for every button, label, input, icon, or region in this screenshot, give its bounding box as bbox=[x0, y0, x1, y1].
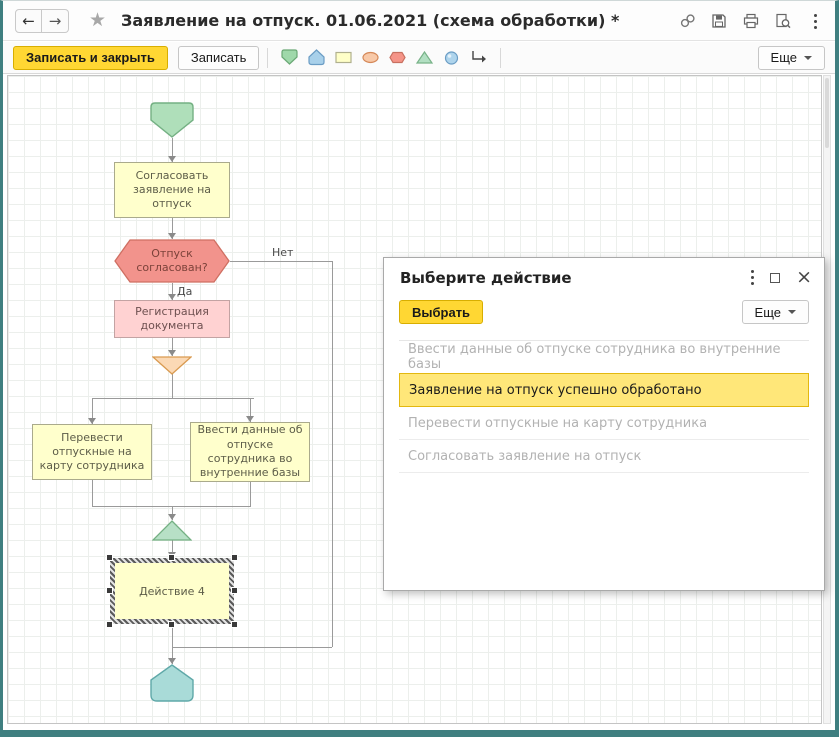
branch-label-no: Нет bbox=[272, 246, 294, 259]
condition-node[interactable]: Отпуск согласован? bbox=[114, 239, 230, 283]
node-label: Регистрация документа bbox=[135, 304, 209, 332]
dialog-more-button[interactable]: Еще bbox=[741, 300, 809, 324]
connector-line-no-branch bbox=[332, 261, 333, 647]
page-title: Заявление на отпуск. 01.06.2021 (схема о… bbox=[121, 11, 620, 30]
list-item[interactable]: Перевести отпускные на карту сотрудника bbox=[399, 407, 809, 440]
save-icon[interactable] bbox=[707, 9, 731, 33]
action-node-approve[interactable]: Согласовать заявление на отпуск bbox=[114, 162, 230, 218]
node-label: Перевести отпускные на карту сотрудника bbox=[39, 430, 145, 473]
more-button[interactable]: Еще bbox=[757, 45, 825, 70]
toolbar-separator bbox=[267, 47, 269, 68]
app-window: ← → ★︎ Заявление на отпуск. 01.06.2021 (… bbox=[0, 0, 839, 737]
more-label: Еще bbox=[770, 50, 797, 65]
maximize-icon[interactable] bbox=[770, 272, 781, 283]
forward-button[interactable]: → bbox=[42, 9, 69, 33]
preview-icon[interactable] bbox=[771, 9, 795, 33]
node-label: Действие 4 bbox=[115, 563, 229, 619]
action-shape-icon[interactable] bbox=[330, 46, 357, 70]
end-shape-icon[interactable] bbox=[303, 46, 330, 70]
selection-handle[interactable] bbox=[231, 554, 238, 561]
decoration-shape-icon[interactable] bbox=[438, 46, 465, 70]
dialog-window-controls: × bbox=[751, 268, 812, 287]
save-button[interactable]: Записать bbox=[177, 45, 260, 70]
connector-line-no-branch bbox=[230, 261, 332, 262]
action-list: Ввести данные об отпуске сотрудника во в… bbox=[399, 340, 809, 473]
selection-handle[interactable] bbox=[106, 621, 113, 628]
scrollbar-thumb[interactable] bbox=[825, 78, 829, 148]
save-and-close-button[interactable]: Записать и закрыть bbox=[13, 45, 168, 70]
chevron-down-icon bbox=[804, 55, 812, 60]
connector-line bbox=[92, 480, 93, 506]
link-icon[interactable] bbox=[675, 9, 699, 33]
connector-line bbox=[250, 482, 251, 506]
vertical-dots-icon bbox=[813, 13, 817, 29]
action-node-transfer[interactable]: Перевести отпускные на карту сотрудника bbox=[32, 424, 152, 480]
dialog-command-bar: Выбрать Еще bbox=[384, 298, 824, 332]
more-label: Еще bbox=[754, 304, 781, 320]
node-label: Согласовать заявление на отпуск bbox=[132, 168, 212, 211]
split-node[interactable] bbox=[152, 356, 192, 375]
connector-line bbox=[172, 374, 173, 398]
print-icon[interactable] bbox=[739, 9, 763, 33]
ellipse-shape-icon[interactable] bbox=[357, 46, 384, 70]
merge-node[interactable] bbox=[152, 520, 192, 541]
choose-action-dialog: Выберите действие × Выбрать Еще Ввести д… bbox=[383, 257, 825, 591]
dialog-title: Выберите действие bbox=[400, 269, 572, 287]
list-item[interactable]: Ввести данные об отпуске сотрудника во в… bbox=[399, 341, 809, 374]
list-item[interactable]: Согласовать заявление на отпуск bbox=[399, 440, 809, 473]
arrow-left-icon: ← bbox=[22, 12, 35, 30]
nav-buttons: ← → bbox=[15, 9, 69, 33]
connector-line-no-branch bbox=[172, 647, 332, 648]
selection-handle[interactable] bbox=[231, 621, 238, 628]
action-node-enter-data[interactable]: Ввести данные об отпуске сотрудника во в… bbox=[190, 422, 310, 482]
node-label: Ввести данные об отпуске сотрудника во в… bbox=[197, 423, 303, 480]
dialog-header: Выберите действие × bbox=[384, 258, 824, 298]
action-node-register[interactable]: Регистрация документа bbox=[114, 300, 230, 338]
dialog-more-icon[interactable] bbox=[751, 270, 755, 285]
start-shape-icon[interactable] bbox=[276, 46, 303, 70]
selection-handle[interactable] bbox=[106, 554, 113, 561]
arrow-right-icon: → bbox=[48, 12, 62, 30]
action-node-action4-selected[interactable]: Действие 4 bbox=[106, 554, 238, 628]
selection-handle[interactable] bbox=[231, 587, 238, 594]
close-icon[interactable]: × bbox=[796, 268, 812, 287]
selection-handle[interactable] bbox=[106, 587, 113, 594]
condition-shape-icon[interactable] bbox=[384, 46, 411, 70]
select-button[interactable]: Выбрать bbox=[399, 300, 484, 324]
selection-handle[interactable] bbox=[168, 554, 175, 561]
branch-label-yes: Да bbox=[177, 285, 193, 298]
back-button[interactable]: ← bbox=[15, 9, 42, 33]
command-bar: Записать и закрыть Записать Еще bbox=[3, 42, 835, 74]
merge-shape-icon[interactable] bbox=[411, 46, 438, 70]
favorite-star-icon[interactable]: ★︎ bbox=[89, 9, 106, 31]
connector-line-icon[interactable] bbox=[465, 46, 492, 70]
toolbar-separator bbox=[500, 47, 502, 68]
titlebar-icons bbox=[675, 9, 827, 33]
titlebar-more-icon[interactable] bbox=[803, 9, 827, 33]
start-node[interactable] bbox=[150, 102, 194, 138]
list-item-selected[interactable]: Заявление на отпуск успешно обработано bbox=[399, 373, 809, 407]
titlebar: ← → ★︎ Заявление на отпуск. 01.06.2021 (… bbox=[3, 1, 835, 41]
node-label: Отпуск согласован? bbox=[136, 246, 208, 274]
connector-line bbox=[92, 398, 254, 399]
end-node[interactable] bbox=[150, 664, 194, 702]
chevron-down-icon bbox=[788, 310, 796, 314]
selection-handle[interactable] bbox=[168, 621, 175, 628]
